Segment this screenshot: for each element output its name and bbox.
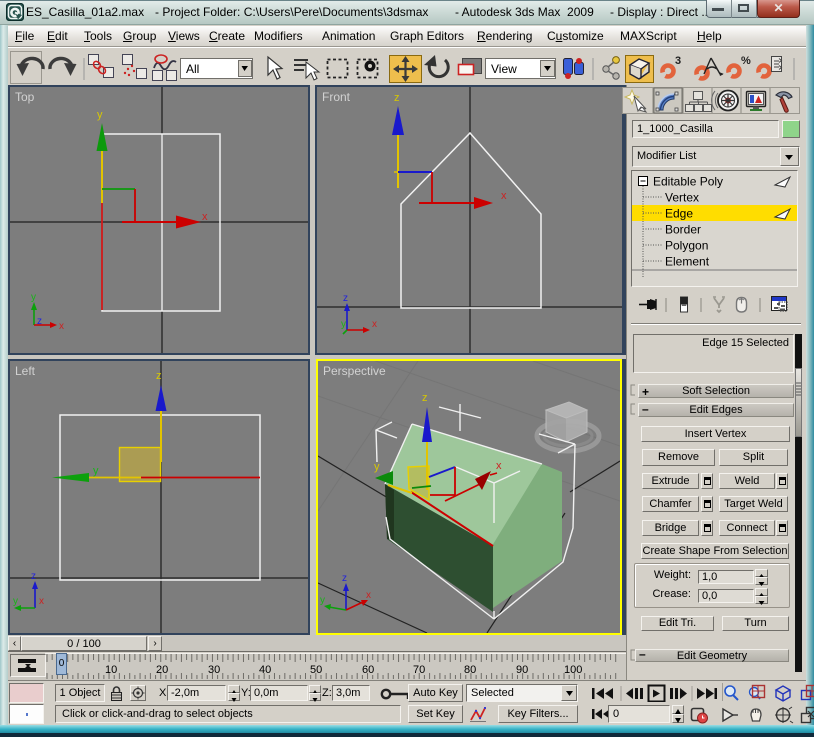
svg-text:z: z <box>343 293 348 304</box>
svg-text:y: y <box>31 292 36 303</box>
svg-text:y: y <box>97 109 103 121</box>
svg-text:x: x <box>366 590 371 601</box>
svg-text:Perspective: Perspective <box>323 364 386 378</box>
svg-text:Vertex: Vertex <box>665 191 699 205</box>
svg-text:z: z <box>342 573 347 584</box>
svg-text:All: All <box>186 62 199 76</box>
svg-text:y: y <box>93 465 99 477</box>
svg-text:%: % <box>741 55 751 67</box>
svg-text:3: 3 <box>675 55 681 67</box>
svg-text:Top: Top <box>15 90 35 104</box>
svg-text:x: x <box>39 596 44 607</box>
svg-text:y: y <box>320 595 325 606</box>
svg-text:y: y <box>374 461 380 473</box>
svg-text:x: x <box>501 190 507 202</box>
svg-text:100: 100 <box>564 664 582 676</box>
svg-text:Edge: Edge <box>665 207 693 221</box>
svg-text:90: 90 <box>516 664 528 676</box>
svg-text:Front: Front <box>322 90 351 104</box>
svg-text:60: 60 <box>362 664 374 676</box>
svg-text:z: z <box>37 316 42 327</box>
svg-text:Left: Left <box>15 364 36 378</box>
svg-text:40: 40 <box>259 664 271 676</box>
svg-text:Polygon: Polygon <box>665 239 708 253</box>
svg-text:z: z <box>394 92 400 104</box>
svg-text:y: y <box>341 319 346 330</box>
svg-text:Border: Border <box>665 223 701 237</box>
svg-text:z: z <box>31 571 36 582</box>
svg-text:z: z <box>156 370 162 382</box>
svg-text:View: View <box>491 62 517 76</box>
svg-text:x: x <box>496 460 502 472</box>
svg-text:30: 30 <box>208 664 220 676</box>
svg-text:50: 50 <box>310 664 322 676</box>
svg-text:80: 80 <box>464 664 476 676</box>
svg-text:Editable Poly: Editable Poly <box>653 175 723 189</box>
svg-text:x: x <box>59 321 64 332</box>
svg-text:70: 70 <box>413 664 425 676</box>
svg-text:Element: Element <box>665 255 710 269</box>
svg-text:20: 20 <box>156 664 168 676</box>
svg-text:10: 10 <box>105 664 117 676</box>
svg-text:x: x <box>372 319 377 330</box>
svg-text:y: y <box>13 596 18 607</box>
svg-text:x: x <box>202 211 208 223</box>
svg-text:z: z <box>422 392 428 404</box>
